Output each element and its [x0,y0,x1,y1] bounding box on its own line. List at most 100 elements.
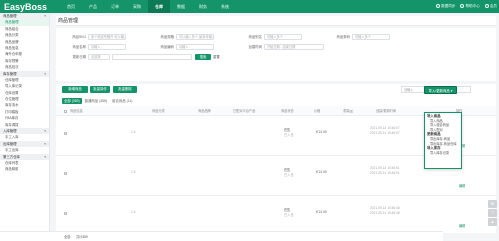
product-sku: 1 A [131,210,136,214]
product-price: ¥ 21.00 [316,130,327,134]
sidebar-group[interactable]: 商品管理 [0,13,49,20]
header-checkbox[interactable] [64,109,67,113]
chat-icon[interactable]: ✉ [488,200,497,208]
column-header: 价格 [314,109,321,113]
help-icon[interactable]: ? [488,209,497,217]
top-nav-item[interactable]: 采购 [126,0,148,13]
filter-input[interactable]: 开始日期 - 结束日期 [264,43,324,50]
sidebar-menu: 商品管理商品管理商品组合商品分类商品品牌商品信息海外仓申报库存预警商品批次库存管… [0,13,50,241]
product-status: 在售 [284,128,291,132]
search-button[interactable]: 搜索 [195,53,211,60]
sidebar-group[interactable]: 第三方仓库 [0,153,49,160]
back-to-top-icon[interactable]: ▲ [488,218,497,226]
filter-label: 商品别名 [248,35,262,39]
filter-input[interactable]: 可以输入多个,最多可输入多个 [176,33,214,40]
filter-label: 商品编码 [160,45,174,49]
tab-0[interactable]: 全部 (369) [62,98,82,104]
column-header: 商品状态 [281,109,294,113]
filter-input[interactable]: 可输入多个 [264,33,302,40]
product-price: ¥ 21.00 [316,210,327,214]
filter-input[interactable]: 多个用逗号隔开,可以输入多个 [88,33,126,40]
top-nav-item[interactable]: 系统 [214,0,236,13]
edit-link[interactable]: 编辑 [459,224,465,228]
row-checkbox[interactable] [64,172,67,175]
update-date-select[interactable]: 请选择 [88,53,110,60]
batch-operation-button[interactable]: 批量操作 [90,86,110,93]
column-header: 商品分类 [152,109,165,113]
sidebar-group[interactable]: 库存管理 [0,70,49,77]
floating-tools: ✉ ? ▲ [488,200,498,226]
add-product-button[interactable]: 新增商品 [62,86,88,93]
top-nav-item[interactable]: 产品 [82,0,104,13]
dropdown-item[interactable]: 导入库存记录 [425,151,461,156]
column-header: 商品信息 [70,109,83,113]
top-nav-item[interactable]: 数据 [170,0,192,13]
total-count: 共计369 [76,235,88,239]
column-header: 创建/更新时间 [376,109,397,113]
table-footer: 全选 共计369 [0,231,443,241]
product-status: 在售 [284,208,291,212]
filter-input[interactable]: 可输入多个 [352,33,390,40]
filter-label: 商品规格 [160,35,174,39]
circle-icon [436,4,441,9]
filter-input[interactable]: 请输入 [176,43,214,50]
sidebar-group[interactable]: 出库管理 [0,140,49,148]
filter-label: 商品条码 [336,35,350,39]
edit-link[interactable]: 编辑 [459,184,465,188]
top-right-action[interactable]: 会员 [484,4,497,9]
circle-icon [484,4,489,9]
top-right-action[interactable]: 帮助中心 [460,4,480,9]
top-nav-item[interactable]: 仓库 [148,0,170,13]
created-time: 2021-09-14 15:46:57 [370,126,400,130]
sidebar-item[interactable]: 商品映射 [0,166,49,172]
reset-button[interactable]: 重置 [211,54,222,60]
top-nav-item[interactable]: 首页 [60,0,82,13]
tab-1[interactable]: 普通商品 (358) [83,98,109,104]
import-dropdown-menu: 导入商品 导入商品 导入组合商品 导入配对 更新商品 导出库存-商品 导出库存-商品仓库 导入… [424,112,462,169]
filter-panel: 商品SKU多个用逗号隔开,可以输入多个 商品规格可以输入多个,最多可输入多个 商品别… [56,28,496,81]
column-header: 商品品牌 [198,109,211,113]
created-time: 2021-09-14 15:46:48 [370,206,400,210]
top-navigation-bar: EasyBoss 首页 产品 订单 采购 仓库 数据 财务 系统 数据同步 帮助中心 会员 [0,0,499,13]
top-right-label: 帮助中心 [465,4,480,8]
table-toolbar: 新增商品 批量操作 批量删除 全部 (369) 普通商品 (358) 组合商品 (1… [56,84,496,106]
sidebar-group[interactable]: 入库管理 [0,128,49,135]
import-update-label: 导入/更新商品 [428,89,450,93]
filter-label: 创建时间 [248,45,262,49]
circle-icon [460,4,465,9]
product-sku: 1 8 [131,170,136,174]
top-right-action[interactable]: 数据同步 [436,4,455,9]
import-update-button[interactable]: 导入/更新商品 ▾ [424,86,457,94]
select-all-checkbox[interactable]: 全选 [64,235,70,239]
product-sku: 1 A [131,130,136,134]
filter-label: 商品名称 [72,45,86,49]
filter-input[interactable]: 请输入 [88,43,126,50]
filter-label: 更新日期 [72,55,86,59]
column-header: 重量(g) [343,109,354,113]
updated-time: 2021-09-14 15:46:57 [370,131,400,135]
top-menu: 首页 产品 订单 采购 仓库 数据 财务 系统 [60,0,236,13]
updated-time: 2021-09-14 15:46:51 [370,171,400,175]
brand-logo[interactable]: EasyBoss [4,2,54,12]
updated-time: 2021-09-14 15:46:48 [370,211,400,215]
row-checkbox[interactable] [64,212,67,215]
product-substatus: 已入仓 [284,213,294,217]
page-title: 商品管理 [56,16,496,26]
top-nav-item[interactable]: 财务 [192,0,214,13]
top-right-label: 会员 [489,4,497,8]
update-date-input[interactable] [112,53,192,60]
product-price: ¥ 21.00 [316,170,327,174]
tab-2[interactable]: 组合商品 (11) [110,98,134,104]
product-substatus: 已入仓 [284,133,294,137]
column-header: 已配对平台产品 [233,109,256,113]
row-checkbox[interactable] [64,132,67,135]
chevron-down-icon: ▾ [450,89,453,93]
product-substatus: 已入仓 [284,173,294,177]
table-row[interactable]: 1 A 在售 已入仓 ¥ 21.00 2021-09-14 15:46:48 2021-0… [56,196,496,233]
batch-delete-button[interactable]: 批量删除 [113,86,137,93]
top-right-actions: 数据同步 帮助中心 会员 [436,0,497,13]
product-status: 在售 [284,168,291,172]
top-nav-item[interactable]: 订单 [104,0,126,13]
top-right-label: 数据同步 [441,4,456,8]
created-time: 2021-09-14 15:46:51 [370,166,400,170]
